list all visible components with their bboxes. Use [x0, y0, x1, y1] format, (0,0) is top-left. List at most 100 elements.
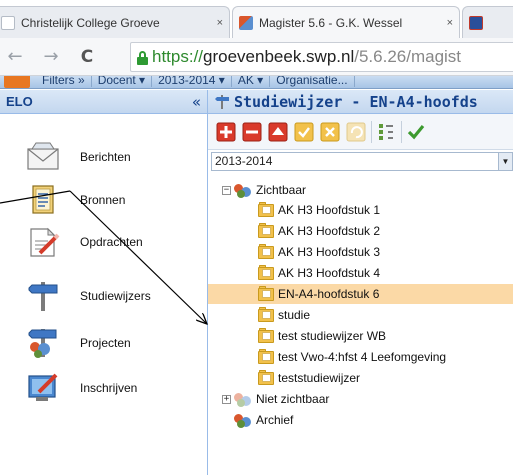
year-dropdown[interactable]: 2013-2014 ▾: [152, 76, 232, 87]
lock-icon: [137, 50, 148, 65]
group-people-icon: [234, 182, 252, 198]
tree-item-label: AK H3 Hoofdstuk 4: [278, 266, 381, 280]
role-dropdown[interactable]: Docent ▾: [92, 76, 153, 87]
tree-group-niet-zichtbaar[interactable]: + Niet zichtbaar: [222, 389, 329, 409]
sidebar-item-berichten[interactable]: Berichten: [0, 137, 207, 177]
collapse-icon[interactable]: «: [192, 93, 201, 111]
envelope-icon: [27, 142, 59, 170]
tab-title: Magister 5.6 - G.K. Wessel: [259, 15, 403, 30]
folder-icon: [258, 223, 274, 239]
tree-item[interactable]: AK H3 Hoofdstuk 4: [258, 263, 380, 283]
tree-item-label: AK H3 Hoofdstuk 2: [278, 224, 381, 238]
address-bar[interactable]: https:// groevenbeek.swp.nl /5.6.26/magi…: [130, 42, 513, 72]
forward-arrow-icon[interactable]: →: [40, 46, 62, 68]
tree-item[interactable]: test Vwo-4:hfst 4 Leefomgeving: [258, 347, 446, 367]
close-tab-icon[interactable]: ×: [447, 17, 453, 29]
tree-item-label: studie: [278, 308, 311, 322]
sidebar-item-label: Bronnen: [80, 193, 126, 207]
tree-item-label: AK H3 Hoofdstuk 3: [278, 245, 381, 259]
tree-group-archief[interactable]: Archief: [234, 410, 293, 430]
tree-item[interactable]: AK H3 Hoofdstuk 1: [258, 200, 380, 220]
tree-item-selected[interactable]: EN-A4-hoofdstuk 6: [208, 284, 513, 304]
studiewijzer-panel: Studiewijzer - EN-A4-hoofds 2013-2014 ▼ …: [208, 90, 513, 475]
magister-logo-icon[interactable]: [4, 76, 30, 88]
site-favicon-icon: [469, 15, 483, 30]
add-icon[interactable]: [216, 122, 236, 142]
browser-tab-christelijk-college[interactable]: Christelijk College Groeve ×: [0, 6, 230, 38]
group-people-icon: [234, 391, 252, 407]
browser-tab-third[interactable]: [462, 6, 513, 38]
tree-item[interactable]: teststudiewijzer: [258, 368, 360, 388]
project-signpost-icon: [28, 329, 57, 358]
uncheck-yellow-icon[interactable]: [320, 122, 340, 142]
tree-item-label: test Vwo-4:hfst 4 Leefomgeving: [278, 350, 447, 364]
confirm-check-icon[interactable]: [406, 122, 426, 142]
tree-item-label: AK H3 Hoofdstuk 1: [278, 203, 381, 217]
tree-group-zichtbaar[interactable]: − Zichtbaar: [222, 180, 306, 200]
signpost-icon: [28, 282, 58, 311]
page-title: Studiewijzer - EN-A4-hoofds: [234, 92, 478, 111]
sidebar-item-opdrachten[interactable]: Opdrachten: [0, 222, 207, 262]
folder-icon: [258, 307, 274, 323]
tree-group-label: Archief: [256, 413, 294, 427]
page-icon: [1, 15, 15, 30]
expand-toggle-icon[interactable]: +: [222, 394, 231, 404]
panel-toolbar: [208, 114, 513, 150]
sidebar-item-label: Projecten: [80, 336, 131, 350]
browser-tab-magister[interactable]: Magister 5.6 - G.K. Wessel ×: [232, 6, 460, 38]
sidebar-item-bronnen[interactable]: Bronnen: [0, 180, 207, 220]
check-yellow-icon[interactable]: [294, 122, 314, 142]
tree-item[interactable]: test studiewijzer WB: [258, 326, 386, 346]
reload-icon[interactable]: C: [76, 46, 98, 68]
enroll-icon: [28, 373, 58, 401]
folder-icon: [258, 328, 274, 344]
magister-filter-bar: Filters » Docent ▾ 2013-2014 ▾ AK ▾ Orga…: [0, 76, 513, 89]
school-year-select[interactable]: 2013-2014 ▼: [211, 152, 513, 171]
assignment-icon: [30, 227, 60, 257]
folder-icon: [258, 286, 274, 302]
organisation-dropdown[interactable]: Organisatie...: [270, 76, 355, 87]
sidebar-item-projecten[interactable]: Projecten: [0, 323, 207, 363]
tree-structure-icon[interactable]: [376, 122, 396, 142]
folder-icon: [258, 370, 274, 386]
tree-group-label: Niet zichtbaar: [256, 392, 330, 406]
url-host: groevenbeek.swp.nl: [203, 47, 355, 66]
tree-item-label: EN-A4-hoofdstuk 6: [278, 287, 380, 301]
folder-icon: [258, 244, 274, 260]
tree-item[interactable]: studie: [258, 305, 310, 325]
chevron-down-icon[interactable]: ▼: [498, 153, 512, 170]
close-tab-icon[interactable]: ×: [217, 17, 223, 29]
folder-icon: [258, 265, 274, 281]
browser-tab-strip: Christelijk College Groeve × Magister 5.…: [0, 0, 513, 38]
url-scheme: https://: [152, 47, 204, 66]
sidebar-item-inschrijven[interactable]: Inschrijven: [0, 368, 207, 408]
tree-item-label: teststudiewijzer: [278, 371, 361, 385]
tree-item[interactable]: AK H3 Hoofdstuk 2: [258, 221, 380, 241]
sidebar-item-studiewijzers[interactable]: Studiewijzers: [0, 276, 207, 316]
signpost-icon: [215, 94, 229, 109]
sidebar-header: ELO «: [0, 90, 207, 114]
filters-menu[interactable]: Filters »: [36, 76, 92, 87]
panel-header: Studiewijzer - EN-A4-hoofds: [208, 90, 513, 114]
refresh-disabled-icon[interactable]: [346, 122, 366, 142]
tree-item[interactable]: AK H3 Hoofdstuk 3: [258, 242, 380, 262]
tree-group-label: Zichtbaar: [256, 183, 307, 197]
url-path: /5.6.26/magist: [354, 47, 462, 66]
move-up-icon[interactable]: [268, 122, 288, 142]
sidebar-item-label: Studiewijzers: [80, 289, 151, 303]
toolbar-divider: [401, 121, 402, 143]
subject-dropdown[interactable]: AK ▾: [232, 76, 271, 87]
toolbar-divider: [371, 121, 372, 143]
remove-icon[interactable]: [242, 122, 262, 142]
sidebar-item-label: Inschrijven: [80, 381, 138, 395]
back-arrow-icon[interactable]: ←: [4, 46, 26, 68]
folder-icon: [258, 202, 274, 218]
sidebar-item-label: Berichten: [80, 150, 131, 164]
magister-favicon-icon: [239, 15, 253, 30]
tree-item-label: test studiewijzer WB: [278, 329, 387, 343]
elo-sidebar: ELO « Berichten Bronnen Opdrachten Studi…: [0, 90, 208, 475]
group-people-icon: [234, 412, 252, 428]
collapse-toggle-icon[interactable]: −: [222, 185, 231, 195]
school-year-value: 2013-2014: [215, 154, 273, 168]
tab-title: Christelijk College Groeve: [21, 15, 160, 30]
